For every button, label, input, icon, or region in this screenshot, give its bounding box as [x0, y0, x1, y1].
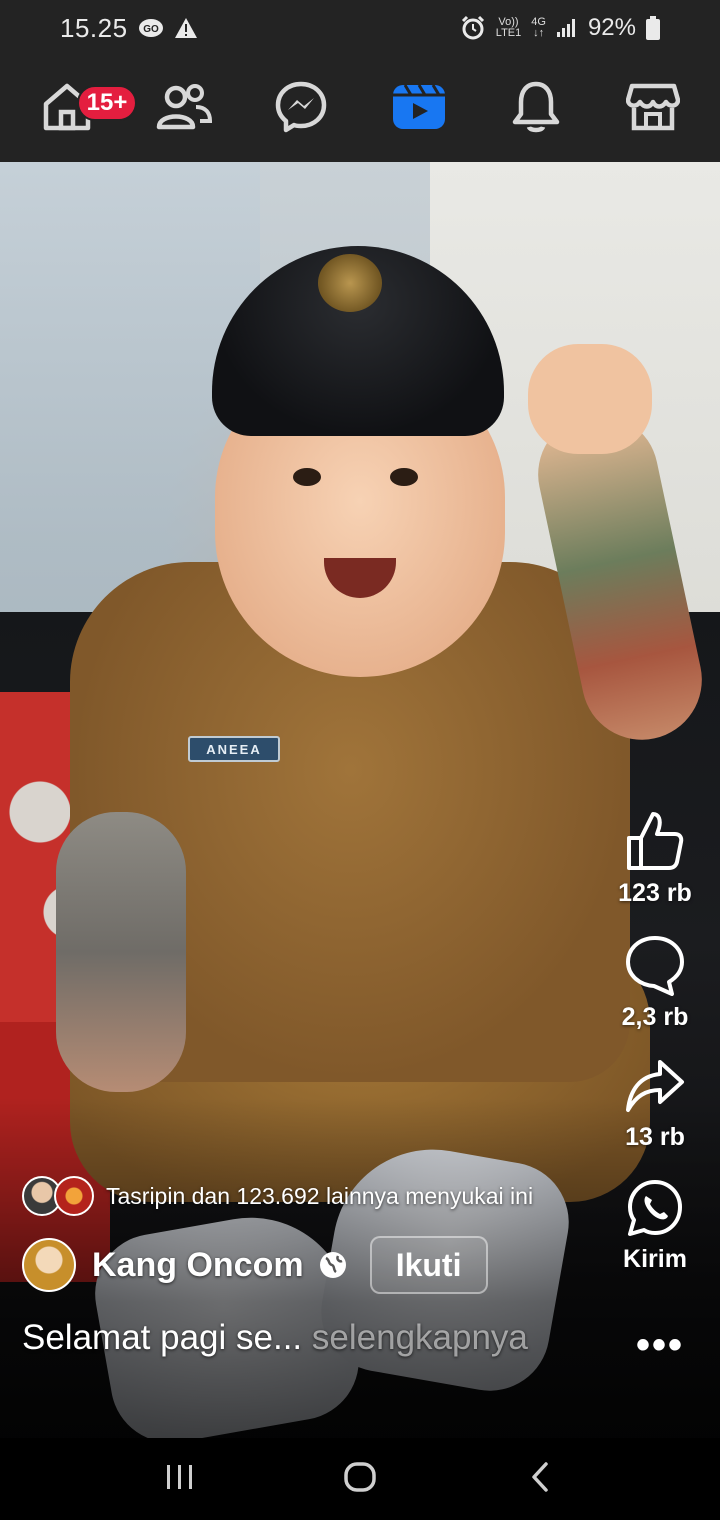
back-chevron-icon — [528, 1460, 552, 1499]
likes-summary[interactable]: Tasripin dan 123.692 lainnya menyukai in… — [22, 1176, 533, 1216]
home-circle-icon — [343, 1460, 377, 1499]
share-icon — [624, 1058, 686, 1121]
post-caption[interactable]: Selamat pagi se... selengkapnya — [22, 1318, 528, 1358]
status-time: 15.25 — [60, 12, 128, 43]
follow-button[interactable]: Ikuti — [369, 1236, 488, 1294]
likes-text: Tasripin dan 123.692 lainnya menyukai in… — [106, 1182, 534, 1209]
nav-video[interactable] — [379, 69, 459, 149]
comment-count: 2,3 rb — [621, 1003, 689, 1031]
author-name[interactable]: Kang Oncom — [92, 1246, 304, 1285]
nav-friends[interactable] — [144, 69, 224, 149]
globe-icon — [318, 1250, 348, 1280]
reel-actions: 123 rb 2,3 rb 13 rb Kirim — [590, 808, 720, 1300]
name-tag: ANEEA — [188, 736, 280, 762]
comment-icon — [624, 934, 686, 1001]
go-icon: GO — [138, 18, 164, 38]
volte-indicator: Vo)) LTE1 — [495, 16, 522, 39]
messenger-icon — [274, 80, 328, 139]
bell-icon — [511, 80, 561, 139]
share-count: 13 rb — [625, 1123, 685, 1151]
baby-eye-left — [293, 468, 321, 486]
like-count: 123 rb — [618, 879, 692, 907]
liker-avatar — [54, 1176, 94, 1216]
alarm-icon — [460, 15, 486, 41]
author-avatar[interactable] — [22, 1238, 76, 1292]
like-button[interactable]: 123 rb — [595, 808, 715, 908]
recents-icon — [164, 1462, 196, 1497]
battery-percent: 92% — [587, 14, 636, 41]
warning-icon — [174, 17, 198, 39]
author-row: Kang Oncom Ikuti — [22, 1236, 488, 1294]
svg-text:GO: GO — [143, 24, 159, 35]
send-whatsapp-button[interactable]: Kirim — [595, 1178, 715, 1274]
more-dots-icon[interactable]: ••• — [636, 1325, 684, 1365]
notification-count-badge: 15+ — [76, 85, 138, 121]
nav-messenger[interactable] — [261, 69, 341, 149]
baby-eye-right — [390, 468, 418, 486]
caption-text: Selamat pagi se... — [22, 1318, 303, 1357]
baby-left-arm — [56, 812, 186, 1092]
video-icon — [391, 79, 447, 140]
nav-home[interactable]: 15+ — [27, 69, 138, 149]
comment-button[interactable]: 2,3 rb — [595, 934, 715, 1032]
nav-marketplace[interactable] — [613, 69, 693, 149]
system-nav-bar — [0, 1438, 720, 1520]
see-more-link[interactable]: selengkapnya — [312, 1318, 528, 1357]
battery-icon — [646, 16, 660, 40]
cap-emblem — [318, 254, 382, 312]
home-button[interactable] — [320, 1449, 400, 1509]
recents-button[interactable] — [140, 1449, 220, 1509]
back-button[interactable] — [500, 1449, 580, 1509]
friends-icon — [156, 81, 212, 138]
baby-fist — [528, 344, 652, 454]
share-button[interactable]: 13 rb — [595, 1058, 715, 1152]
send-label: Kirim — [623, 1245, 687, 1273]
top-nav: 15+ — [0, 56, 720, 162]
network-type-indicator: 4G ↓↑ — [531, 16, 546, 39]
thumbs-up-icon — [625, 808, 685, 877]
status-bar: 15.25 GO Vo)) LTE1 4G ↓↑ 92% — [0, 0, 720, 56]
whatsapp-icon — [625, 1178, 685, 1243]
signal-icon — [556, 18, 578, 38]
nav-notifications[interactable] — [496, 69, 576, 149]
store-icon — [626, 80, 681, 139]
